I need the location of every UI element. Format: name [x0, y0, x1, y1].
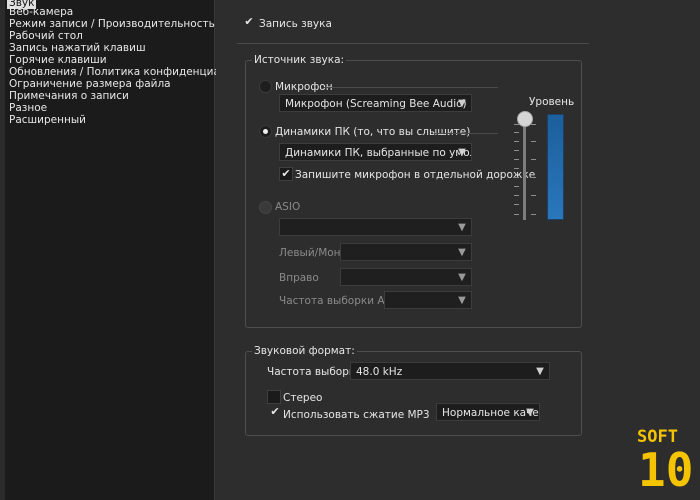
speakers-device-select[interactable]: Динамики ПК, выбранные по умолчанию ▼ [279, 143, 472, 161]
level-tick [514, 168, 519, 169]
chevron-down-icon: ▼ [458, 295, 466, 306]
asio-right-select[interactable]: ▼ [340, 268, 472, 286]
mp3-checkbox[interactable]: ✔ [269, 406, 281, 418]
divider [237, 43, 589, 44]
chevron-down-icon: ▼ [536, 366, 544, 377]
nav-item-misc[interactable]: Разное [9, 102, 47, 114]
nav-item-hotkeys[interactable]: Горячие клавиши [9, 54, 107, 66]
mp3-label: Использовать сжатие MP3 [283, 409, 430, 421]
stereo-label: Стерео [283, 392, 323, 404]
level-tick [514, 186, 519, 187]
chevron-down-icon: ▼ [458, 147, 466, 158]
level-tick [514, 132, 519, 133]
nav-item-file-size[interactable]: Ограничение размера файла [9, 78, 171, 90]
nav-item-record-mode[interactable]: Режим записи / Производительность [9, 18, 215, 30]
separate-track-checkbox[interactable]: ✔ [279, 167, 293, 181]
asio-left-mono-select[interactable]: ▼ [340, 243, 472, 261]
asio-radio[interactable] [259, 201, 272, 214]
chevron-down-icon: ▼ [458, 98, 466, 109]
level-slider-knob[interactable] [517, 111, 533, 127]
level-tick [514, 214, 519, 215]
divider [324, 87, 498, 88]
level-tick [531, 159, 536, 160]
logo-line2: 10 [638, 443, 693, 490]
level-tick [514, 177, 519, 178]
chevron-down-icon: ▼ [458, 222, 466, 233]
level-tick [514, 195, 519, 196]
speakers-label: Динамики ПК (то, что вы слышите) [275, 126, 471, 138]
asio-sample-rate-select[interactable]: ▼ [384, 291, 472, 309]
chevron-down-icon: ▼ [458, 272, 466, 283]
asio-device-select[interactable]: ▼ [279, 218, 472, 236]
divider [434, 133, 498, 134]
level-tick [531, 177, 536, 178]
level-tick [514, 141, 519, 142]
record-audio-label: Запись звука [259, 18, 332, 30]
level-slider-track[interactable] [523, 118, 526, 220]
asio-right-label: Вправо [279, 272, 319, 284]
speakers-device-value: Динамики ПК, выбранные по умолчанию [285, 147, 471, 159]
nav-item-notes[interactable]: Примечания о записи [9, 90, 129, 102]
audio-format-title: Звуковой формат: [252, 345, 357, 357]
speakers-radio[interactable] [259, 125, 272, 138]
chevron-down-icon: ▼ [458, 247, 466, 258]
audio-source-title: Источник звука: [252, 54, 347, 66]
level-tick [531, 214, 536, 215]
sample-rate-value: 48.0 kHz [356, 366, 403, 378]
level-tick [531, 141, 536, 142]
level-tick [514, 204, 519, 205]
mp3-quality-select[interactable]: Нормальное качест ▼ [436, 403, 540, 421]
asio-label: ASIO [275, 201, 301, 213]
chevron-down-icon: ▼ [526, 407, 534, 418]
level-tick [531, 124, 536, 125]
nav-item-desktop[interactable]: Рабочий стол [9, 30, 83, 42]
microphone-device-select[interactable]: Микрофон (Screaming Bee Audio) ▼ [279, 94, 472, 112]
nav-item-webcam[interactable]: Веб-камера [9, 6, 73, 18]
microphone-device-value: Микрофон (Screaming Bee Audio) [285, 98, 467, 110]
settings-nav: Звук Веб-камера Режим записи / Производи… [5, 0, 265, 500]
level-label: Уровень [529, 96, 575, 108]
record-audio-checkbox[interactable]: ✔ [243, 16, 255, 28]
separate-track-label: Запишите микрофон в отдельной дорожке [295, 169, 536, 181]
level-tick [531, 195, 536, 196]
level-tick [514, 150, 519, 151]
nav-item-advanced[interactable]: Расширенный [9, 114, 86, 126]
level-meter-bar [547, 114, 564, 220]
sample-rate-select[interactable]: 48.0 kHz ▼ [350, 362, 550, 380]
level-tick [514, 159, 519, 160]
asio-left-mono-label: Левый/Моно [279, 247, 347, 259]
microphone-radio[interactable] [259, 80, 272, 93]
nav-item-keystrokes[interactable]: Запись нажатий клавиш [9, 42, 146, 54]
soft10-logo: SOFT 10 [637, 427, 693, 490]
stereo-checkbox[interactable] [267, 390, 281, 404]
